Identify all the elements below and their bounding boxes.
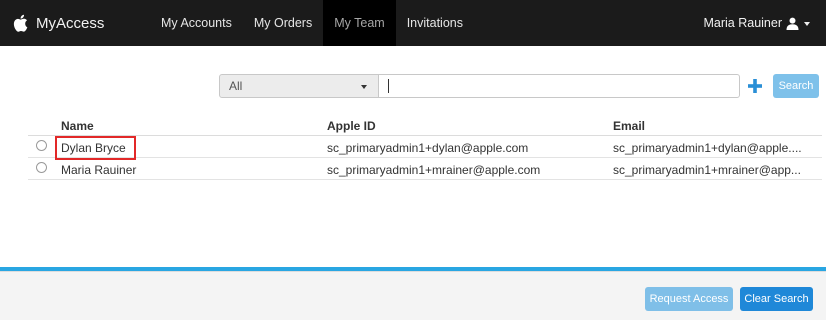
table-row[interactable]: Maria Rauiner sc_primaryadmin1+mrainer@a… xyxy=(28,158,822,180)
row-apple-id: sc_primaryadmin1+dylan@apple.com xyxy=(327,141,529,155)
filter-caret-icon xyxy=(361,85,367,89)
apple-logo-icon xyxy=(13,14,28,32)
filter-dropdown[interactable]: All xyxy=(219,74,379,98)
brand[interactable]: MyAccess xyxy=(12,14,150,32)
column-header-email[interactable]: Email xyxy=(613,119,645,133)
nav-my-team[interactable]: My Team xyxy=(323,0,396,46)
plus-icon[interactable] xyxy=(747,78,763,94)
user-icon xyxy=(786,17,799,30)
top-navbar: MyAccess My Accounts My Orders My Team I… xyxy=(0,0,826,46)
search-input[interactable] xyxy=(378,74,740,98)
row-divider xyxy=(28,179,822,180)
search-button-label: Search xyxy=(778,80,814,92)
column-header-apple-id[interactable]: Apple ID xyxy=(327,119,376,133)
highlight-annotation-box xyxy=(55,136,136,160)
brand-name: MyAccess xyxy=(36,14,105,32)
row-select-radio[interactable] xyxy=(36,162,47,173)
clear-search-button[interactable]: Clear Search xyxy=(740,287,813,311)
row-email: sc_primaryadmin1+dylan@apple.... xyxy=(613,141,802,155)
nav-my-orders[interactable]: My Orders xyxy=(243,0,323,46)
nav-my-accounts-label: My Accounts xyxy=(161,16,232,30)
row-email: sc_primaryadmin1+mrainer@app... xyxy=(613,163,801,177)
column-header-name[interactable]: Name xyxy=(61,119,94,133)
search-button[interactable]: Search xyxy=(773,74,819,98)
request-access-button[interactable]: Request Access xyxy=(645,287,733,311)
chevron-down-icon xyxy=(804,22,810,26)
nav-my-orders-label: My Orders xyxy=(253,16,313,30)
clear-search-label: Clear Search xyxy=(744,293,809,305)
user-menu[interactable]: Maria Rauiner xyxy=(703,0,810,46)
user-name: Maria Rauiner xyxy=(703,16,782,30)
filter-selected-value: All xyxy=(229,79,243,93)
nav-my-accounts[interactable]: My Accounts xyxy=(150,0,243,46)
table-row[interactable]: Dylan Bryce sc_primaryadmin1+dylan@apple… xyxy=(28,136,822,158)
text-cursor xyxy=(388,79,389,93)
nav-invitations[interactable]: Invitations xyxy=(396,0,474,46)
row-name: Maria Rauiner xyxy=(61,163,137,177)
request-access-label: Request Access xyxy=(649,293,729,305)
nav-my-team-label: My Team xyxy=(334,16,385,30)
row-apple-id: sc_primaryadmin1+mrainer@apple.com xyxy=(327,163,541,177)
nav-invitations-label: Invitations xyxy=(406,16,463,30)
row-select-radio[interactable] xyxy=(36,140,47,151)
